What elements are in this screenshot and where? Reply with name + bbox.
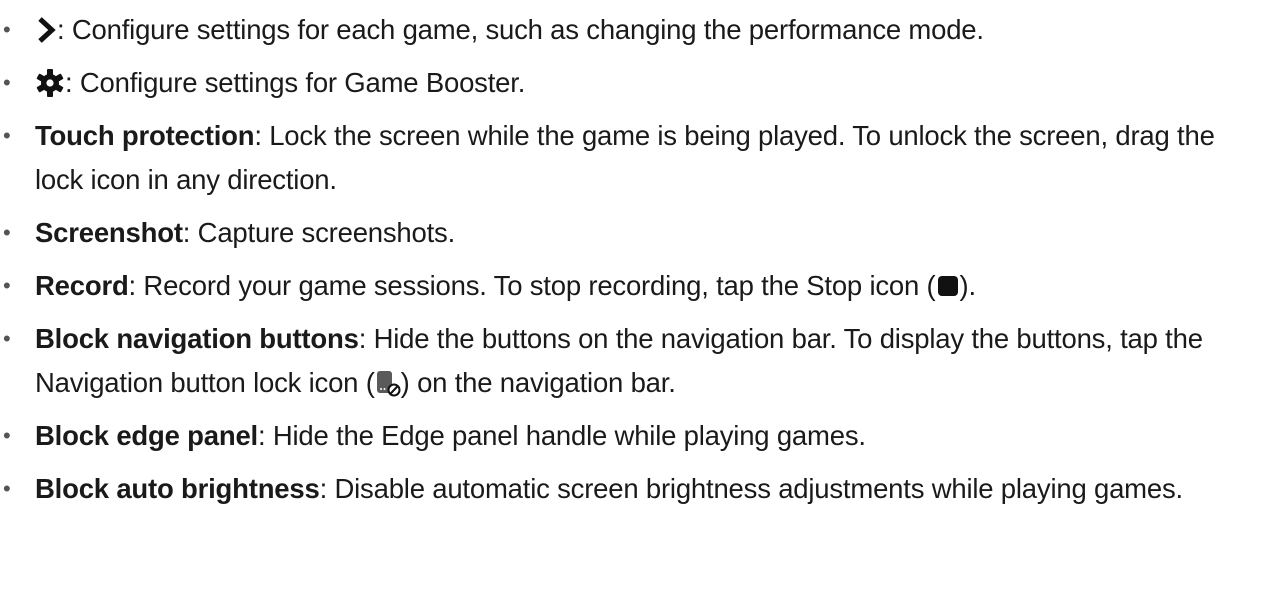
list-item-game-settings: • : Configure settings for each game, su… <box>0 8 1260 52</box>
item-term: Screenshot <box>35 217 183 248</box>
item-term: Touch protection <box>35 120 255 151</box>
bullet: • <box>3 220 11 245</box>
item-text: : Disable automatic screen brightness ad… <box>319 473 1184 504</box>
item-text-after: ) on the navigation bar. <box>400 367 676 398</box>
item-text-after: ). <box>959 270 977 301</box>
list-item-block-navigation-buttons: • Block navigation buttons: Hide the but… <box>0 317 1260 405</box>
item-text: : Configure settings for each game, such… <box>57 14 984 45</box>
item-text: : Capture screenshots. <box>182 217 456 248</box>
bullet: • <box>3 17 11 42</box>
bullet: • <box>3 476 11 501</box>
item-text: : Configure settings for Game Booster. <box>65 67 526 98</box>
list-item-touch-protection: • Touch protection: Lock the screen whil… <box>0 114 1260 202</box>
list-item-record: • Record: Record your game sessions. To … <box>0 264 1260 308</box>
stop-icon <box>936 274 960 298</box>
list-item-block-edge-panel: • Block edge panel: Hide the Edge panel … <box>0 414 1260 458</box>
item-term: Block navigation buttons <box>35 323 359 354</box>
item-text-before: : Record your game sessions. To stop rec… <box>128 270 936 301</box>
chevron-right-icon <box>35 16 57 43</box>
item-term: Record <box>35 270 129 301</box>
list-item-screenshot: • Screenshot: Capture screenshots. <box>0 211 1260 255</box>
feature-list: • : Configure settings for each game, su… <box>0 0 1271 511</box>
bullet: • <box>3 70 11 95</box>
bullet: • <box>3 273 11 298</box>
gear-icon <box>35 68 65 98</box>
item-term: Block edge panel <box>35 420 258 451</box>
list-item-block-auto-brightness: • Block auto brightness: Disable automat… <box>0 467 1260 511</box>
bullet: • <box>3 123 11 148</box>
list-item-game-booster-settings: • : Configure settings for Game Booster. <box>0 61 1260 105</box>
item-term: Block auto brightness <box>35 473 320 504</box>
navigation-button-lock-icon <box>375 369 401 397</box>
bullet: • <box>3 423 11 448</box>
item-text: : Hide the Edge panel handle while playi… <box>257 420 866 451</box>
bullet: • <box>3 326 11 351</box>
